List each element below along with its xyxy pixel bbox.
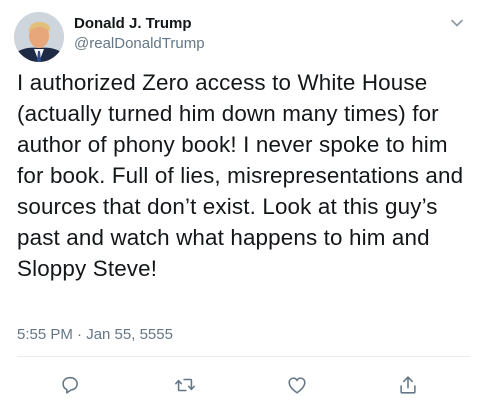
avatar[interactable] <box>14 12 64 62</box>
user-handle[interactable]: @realDonaldTrump <box>74 34 205 54</box>
retweet-button[interactable] <box>170 370 200 400</box>
reply-button[interactable] <box>55 370 85 400</box>
retweet-icon <box>175 378 195 392</box>
chevron-down-icon[interactable] <box>448 14 466 32</box>
reply-icon <box>62 376 78 394</box>
share-button[interactable] <box>393 370 423 400</box>
tweet-timestamp[interactable]: 5:55 PM · Jan 55, 5555 <box>17 325 173 345</box>
share-icon <box>400 376 416 394</box>
display-name[interactable]: Donald J. Trump <box>74 14 205 34</box>
like-button[interactable] <box>282 370 312 400</box>
tweet-actions <box>0 370 480 400</box>
divider <box>17 356 470 357</box>
tweet-text: I authorized Zero access to White House … <box>17 70 464 281</box>
avatar-photo <box>14 12 64 62</box>
tweet-card: Donald J. Trump @realDonaldTrump I autho… <box>0 0 480 410</box>
author-names: Donald J. Trump @realDonaldTrump <box>74 14 205 54</box>
heart-icon <box>288 377 306 394</box>
tweet-header: Donald J. Trump @realDonaldTrump <box>14 10 470 66</box>
